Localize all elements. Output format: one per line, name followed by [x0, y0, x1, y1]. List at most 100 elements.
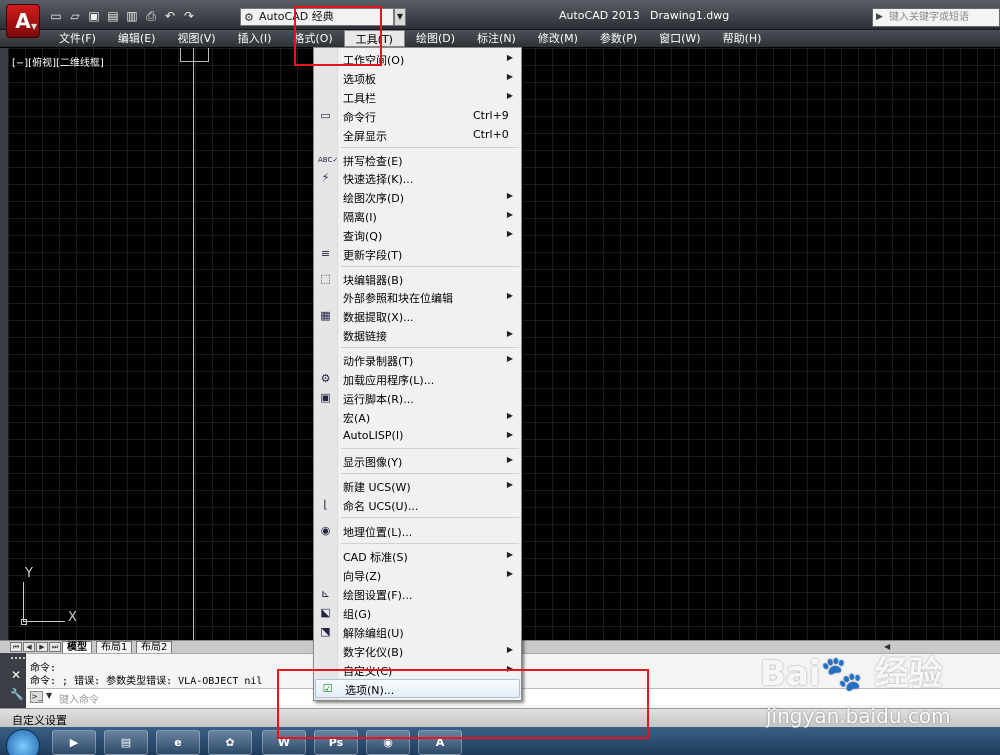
chevron-down-icon[interactable]: ▼ [394, 8, 406, 26]
next-tab-icon[interactable]: ▶ [36, 642, 48, 652]
menu-item-display-image[interactable]: 显示图像(Y) ▶ [314, 452, 521, 471]
ucs-y-axis [23, 582, 24, 622]
publish-icon[interactable]: ▥ [124, 8, 140, 24]
menu-item-autolisp[interactable]: AutoLISP(I) ▶ [314, 427, 521, 446]
submenu-arrow-icon: ▶ [506, 191, 513, 200]
menu-item-toolbars[interactable]: 工具栏 ▶ [314, 88, 521, 107]
menu-item-quick-select[interactable]: ⚡ 快速选择(K)... [314, 169, 521, 188]
menu-item-spelling[interactable]: ABC✓ 拼写检查(E) [314, 151, 521, 170]
submenu-arrow-icon: ▶ [506, 645, 513, 654]
ungroup-icon: ⬔ [320, 625, 331, 638]
quick-access-toolbar: ▭ ▱ ▣ ▤ ▥ ⎙ ↶ ↷ [48, 8, 197, 26]
menu-dimension[interactable]: 标注(N) [466, 30, 527, 47]
menu-draw[interactable]: 绘图(D) [405, 30, 466, 47]
menu-help[interactable]: 帮助(H) [712, 30, 773, 47]
drag-handle-icon[interactable] [11, 657, 25, 661]
search-input[interactable]: ▶ 键入关键字或短语 [872, 8, 1000, 27]
menu-item-ungroup[interactable]: ⬔ 解除编组(U) [314, 623, 521, 642]
menu-item-update-fields[interactable]: ≡ 更新字段(T) [314, 245, 521, 264]
menu-item-label: 显示图像(Y) [343, 456, 403, 469]
taskbar-browser-icon[interactable]: e [156, 730, 200, 755]
menu-item-label: 更新字段(T) [343, 249, 403, 262]
taskbar-media-icon[interactable]: ▶ [52, 730, 96, 755]
menu-parametric[interactable]: 参数(P) [589, 30, 648, 47]
menu-separator [341, 347, 519, 348]
drawn-line [193, 48, 194, 640]
block-editor-icon: ⬚ [320, 272, 331, 285]
application-menu-button[interactable]: A [6, 4, 40, 38]
viewport-controls[interactable]: [−][俯视][二维线框] [12, 54, 104, 69]
menu-item-load-application[interactable]: ⚙ 加载应用程序(L)... [314, 370, 521, 389]
menu-item-label: 快速选择(K)... [343, 173, 414, 186]
menu-item-group[interactable]: ⬕ 组(G) [314, 604, 521, 623]
close-icon[interactable]: ✕ [11, 668, 21, 682]
menu-edit[interactable]: 编辑(E) [107, 30, 167, 47]
menu-item-data-links[interactable]: 数据链接 ▶ [314, 326, 521, 345]
menu-item-new-ucs[interactable]: 新建 UCS(W) ▶ [314, 477, 521, 496]
command-prompt-icon[interactable]: >_ [30, 691, 43, 703]
redo-icon[interactable]: ↷ [181, 8, 197, 24]
menu-item-shortcut: Ctrl+9 [473, 109, 509, 122]
menu-view[interactable]: 视图(V) [166, 30, 226, 47]
menu-item-palettes[interactable]: 选项板 ▶ [314, 69, 521, 88]
menu-item-named-ucs[interactable]: ⌊ 命名 UCS(U)... [314, 496, 521, 515]
group-icon: ⬕ [320, 606, 331, 619]
menu-item-wizards[interactable]: 向导(Z) ▶ [314, 566, 521, 585]
last-tab-icon[interactable]: ⏭ [49, 642, 61, 652]
menu-item-label: 运行脚本(R)... [343, 393, 414, 406]
menu-item-label: 组(G) [343, 608, 372, 621]
status-text: 自定义设置 [12, 714, 67, 727]
menu-item-xref-edit[interactable]: 外部参照和块在位编辑 ▶ [314, 288, 521, 307]
menu-separator [341, 147, 519, 148]
drafting-settings-icon: ⊾ [320, 587, 331, 600]
submenu-arrow-icon: ▶ [506, 210, 513, 219]
new-file-icon[interactable]: ▭ [48, 8, 64, 24]
menu-item-tablet[interactable]: 数字化仪(B) ▶ [314, 642, 521, 661]
ucs-origin-icon [21, 619, 27, 625]
menu-window[interactable]: 窗口(W) [648, 30, 711, 47]
menu-item-label: 隔离(I) [343, 211, 377, 224]
chevron-down-icon[interactable]: ▼ [46, 691, 52, 700]
menu-insert[interactable]: 插入(I) [227, 30, 283, 47]
menu-bar: 文件(F) 编辑(E) 视图(V) 插入(I) 格式(O) 工具(T) 绘图(D… [0, 30, 1000, 47]
menu-item-run-script[interactable]: ▣ 运行脚本(R)... [314, 389, 521, 408]
submenu-arrow-icon: ▶ [506, 229, 513, 238]
undo-icon[interactable]: ↶ [162, 8, 178, 24]
menu-item-label: 外部参照和块在位编辑 [343, 292, 453, 305]
menu-file[interactable]: 文件(F) [48, 30, 107, 47]
save-icon[interactable]: ▣ [86, 8, 102, 24]
menu-item-block-editor[interactable]: ⬚ 块编辑器(B) [314, 270, 521, 289]
first-tab-icon[interactable]: ⏮ [10, 642, 22, 652]
menu-item-label: 块编辑器(B) [343, 274, 404, 287]
menu-item-label: 查询(Q) [343, 230, 383, 243]
menu-item-draw-order[interactable]: 绘图次序(D) ▶ [314, 188, 521, 207]
start-button[interactable] [6, 729, 40, 755]
prev-tab-icon[interactable]: ◀ [23, 642, 35, 652]
menu-item-clean-screen[interactable]: 全屏显示 Ctrl+0 [314, 126, 521, 145]
wrench-icon[interactable]: 🔧 [10, 688, 24, 701]
ucs-x-axis [23, 621, 65, 622]
annotation-highlight-options [277, 669, 649, 739]
tools-menu-dropdown: 工作空间(O) ▶ 选项板 ▶ 工具栏 ▶ ▭ 命令行 Ctrl+9 全屏显示 Ctrl+0… [313, 47, 522, 701]
menu-item-drafting-settings[interactable]: ⊾ 绘图设置(F)... [314, 585, 521, 604]
submenu-arrow-icon: ▶ [506, 53, 513, 62]
menu-item-data-extraction[interactable]: ▦ 数据提取(X)... [314, 307, 521, 326]
menu-item-command-line[interactable]: ▭ 命令行 Ctrl+9 [314, 107, 521, 126]
menu-item-isolate[interactable]: 隔离(I) ▶ [314, 207, 521, 226]
submenu-arrow-icon: ▶ [506, 291, 513, 300]
menu-modify[interactable]: 修改(M) [527, 30, 589, 47]
menu-item-geographic-location[interactable]: ◉ 地理位置(L)... [314, 522, 521, 541]
menu-item-action-recorder[interactable]: 动作录制器(T) ▶ [314, 351, 521, 370]
taskbar-folder-icon[interactable]: ▤ [104, 730, 148, 755]
watermark-url: jingyan.baidu.com [766, 704, 951, 728]
menu-item-cad-standards[interactable]: CAD 标准(S) ▶ [314, 547, 521, 566]
menu-item-inquiry[interactable]: 查询(Q) ▶ [314, 226, 521, 245]
save-as-icon[interactable]: ▤ [105, 8, 121, 24]
plot-icon[interactable]: ⎙ [143, 8, 159, 24]
open-file-icon[interactable]: ▱ [67, 8, 83, 24]
menu-item-macro[interactable]: 宏(A) ▶ [314, 408, 521, 427]
taskbar-app-icon[interactable]: ✿ [208, 730, 252, 755]
menu-separator [341, 517, 519, 518]
menu-separator [341, 543, 519, 544]
named-ucs-icon: ⌊ [323, 498, 328, 511]
